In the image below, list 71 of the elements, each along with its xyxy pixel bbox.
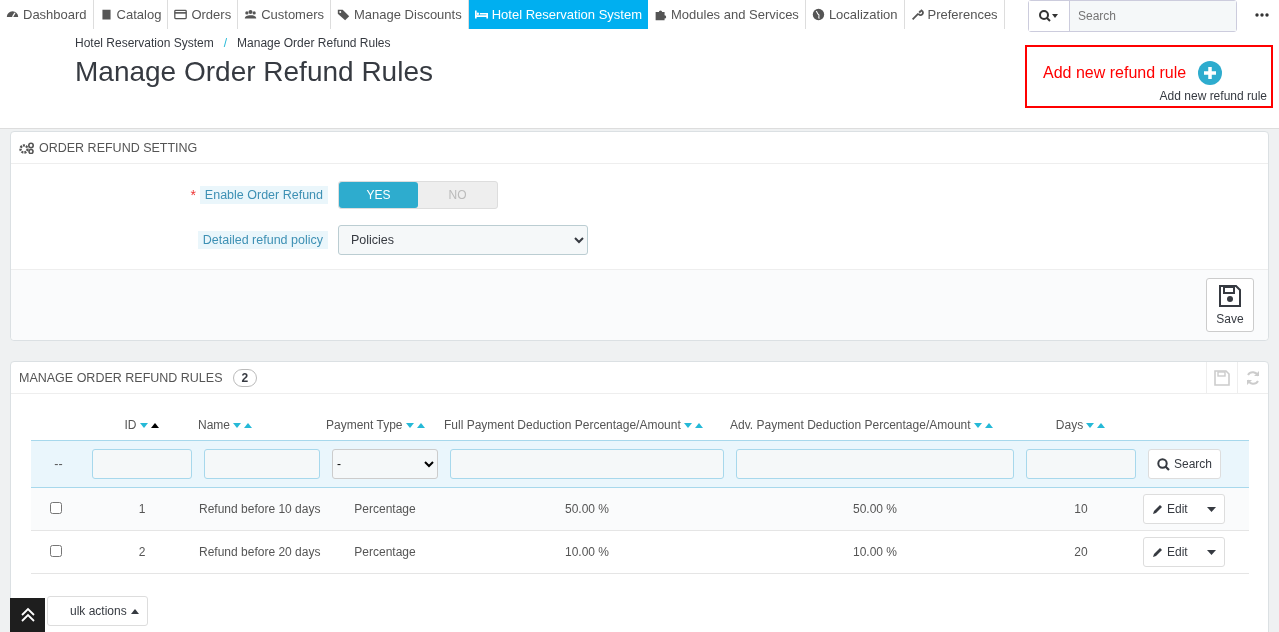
edit-button[interactable]: Edit [1143,537,1225,567]
id-cell: 1 [138,502,146,516]
scroll-to-top-button[interactable] [10,598,45,632]
days-cell: 20 [1074,545,1088,559]
column-header: ID [124,418,137,432]
pencil-icon [1152,503,1164,515]
caret-icon [1207,549,1216,555]
caret-icon [1207,506,1216,512]
days-filter-field[interactable] [1026,449,1136,479]
puzzle-icon [653,8,667,21]
search-icon [1157,457,1170,471]
breadcrumb-current: Manage Order Refund Rules [237,36,391,50]
users-icon [244,8,258,21]
breadcrumb-link[interactable]: Hotel Reservation System [75,36,214,50]
filter-marker: -- [54,457,63,471]
required-asterisk: * [190,187,196,203]
full-deduction-filter-field[interactable] [450,449,724,479]
field-label: Detailed refund policy [197,231,328,249]
nav-tab[interactable]: Localization [805,0,905,29]
save-button[interactable]: Save [1206,278,1254,332]
plus-icon [1198,61,1223,85]
breadcrumb-separator: / [223,36,228,50]
full-deduction-cell: 10.00 % [564,545,609,559]
column-header: Payment Type [326,418,403,432]
refresh-icon[interactable] [1245,369,1261,386]
card-icon [174,8,188,21]
payment-type-filter[interactable]: - [332,449,438,479]
nav-tab[interactable]: Modules and Services [647,0,806,29]
row-checkbox[interactable] [50,544,62,557]
search-button[interactable]: Search [1148,449,1222,479]
nav-tab[interactable]: Customers [238,0,331,29]
column-header: Name [198,418,230,432]
column-header: Adv. Payment Deduction Percentage/Amount [730,418,971,432]
more-icon[interactable] [1255,12,1269,17]
bulk-actions-button[interactable]: ulk actions [47,596,148,626]
adv-deduction-cell: 50.00 % [852,502,897,516]
policy-select[interactable]: Policies [338,225,588,255]
nav-tab[interactable]: Catalog [93,0,169,29]
column-header: Full Payment Deduction Percentage/Amount [444,418,681,432]
id-cell: 2 [138,545,146,559]
sort-arrows-icon[interactable] [139,422,160,429]
full-deduction-cell: 50.00 % [564,502,609,516]
adv-deduction-cell: 10.00 % [852,545,897,559]
id-filter-field[interactable] [92,449,192,479]
panel-title: MANAGE ORDER REFUND RULES [19,370,223,385]
adv-deduction-filter-field[interactable] [736,449,1014,479]
add-refund-rule-link[interactable]: Add new refund rule [1043,61,1223,85]
nav-tab[interactable]: Manage Discounts [331,0,469,29]
caret-icon [130,608,139,614]
column-header: Days [1055,418,1084,432]
row-checkbox[interactable] [50,501,62,514]
panel-title: ORDER REFUND SETTING [39,140,198,155]
add-rule-caption: Add new refund rule [1159,89,1267,103]
name-filter-field[interactable] [204,449,320,479]
days-cell: 10 [1074,502,1088,516]
nav-tab[interactable]: Preferences [904,0,1005,29]
name-cell: Refund before 20 days [199,545,321,559]
tags-icon [337,8,350,21]
nav-tab[interactable]: Orders [168,0,239,29]
payment-type-cell: Percentage [354,502,416,516]
save-icon[interactable] [1214,369,1230,386]
bed-icon [474,8,488,21]
nav-tab[interactable]: Dashboard [0,0,94,29]
field-label: Enable Order Refund [199,186,328,204]
wrench-icon [910,8,924,21]
payment-type-cell: Percentage [354,545,416,559]
edit-button[interactable]: Edit [1143,494,1225,524]
double-chevron-up-icon [19,607,36,623]
pencil-icon [1152,546,1164,558]
name-cell: Refund before 10 days [199,502,321,516]
page-title: Manage Order Refund Rules [75,56,433,88]
